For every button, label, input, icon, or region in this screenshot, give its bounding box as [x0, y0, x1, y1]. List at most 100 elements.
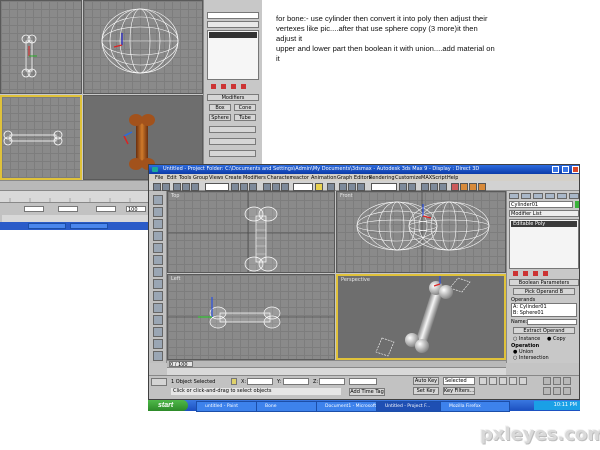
key-mode-dropdown[interactable]: Selected — [443, 377, 475, 385]
previous-frame-icon[interactable] — [489, 377, 497, 385]
back-y-field[interactable] — [58, 206, 78, 212]
align-icon[interactable] — [408, 183, 416, 191]
motion-tab-icon[interactable] — [545, 193, 555, 199]
viewport-top[interactable]: Top — [167, 191, 335, 273]
copy-radio[interactable]: ● Copy — [547, 336, 566, 342]
back-cone-button[interactable]: Cone — [234, 104, 256, 111]
tool-icon-11[interactable] — [153, 315, 163, 325]
play-icon[interactable] — [499, 377, 507, 385]
object-color-swatch[interactable] — [575, 201, 579, 208]
pan-icon[interactable] — [553, 387, 561, 395]
viewport-perspective-label[interactable]: Perspective — [341, 277, 370, 283]
mirror-icon[interactable] — [399, 183, 407, 191]
taskbar-item-bone[interactable]: Bone — [256, 401, 322, 412]
tool-icon-12[interactable] — [153, 327, 163, 337]
back-z-field[interactable] — [96, 206, 116, 212]
taskbar-item-firefox[interactable]: Mozilla Firefox — [440, 401, 510, 412]
pin-stack-icon[interactable] — [211, 84, 216, 89]
next-frame-icon[interactable] — [509, 377, 517, 385]
select-scale-icon[interactable] — [281, 183, 289, 191]
auto-key-button[interactable]: Auto Key — [413, 377, 439, 385]
back-box-button[interactable]: Box — [209, 104, 231, 111]
pin-icon[interactable] — [513, 271, 518, 276]
operands-list[interactable]: A: Cylinder01 B: Sphere01 — [511, 303, 577, 317]
tool-icon-4[interactable] — [153, 231, 163, 241]
manipulate-icon[interactable] — [327, 183, 335, 191]
selection-lock-icon[interactable] — [231, 378, 237, 385]
tool-icon-14[interactable] — [153, 351, 163, 361]
back-sphere-button[interactable]: Sphere — [209, 114, 231, 121]
tool-icon-8[interactable] — [153, 279, 163, 289]
modifier-list-dropdown[interactable]: Modifier List — [509, 210, 579, 217]
schematic-view-icon[interactable] — [439, 183, 447, 191]
back-param-field-3[interactable] — [209, 150, 256, 157]
grid-field[interactable] — [349, 378, 377, 385]
track-bar[interactable] — [167, 367, 506, 381]
show-end-result-icon[interactable] — [221, 84, 226, 89]
render-setup-icon[interactable] — [460, 183, 468, 191]
operand-name-field[interactable] — [527, 319, 577, 325]
viewport-front-label[interactable]: Front — [340, 193, 353, 199]
arc-rotate-icon[interactable] — [563, 387, 571, 395]
object-name-field[interactable]: Cylinder01 — [509, 201, 573, 208]
zoom-all-icon[interactable] — [553, 377, 561, 385]
percent-snap-icon[interactable] — [357, 183, 365, 191]
y-coordinate-field[interactable] — [283, 378, 309, 385]
select-move-icon[interactable] — [263, 183, 271, 191]
back-modifier-list[interactable] — [207, 21, 259, 28]
zoom-extents-icon[interactable] — [563, 377, 571, 385]
tool-icon-7[interactable] — [153, 267, 163, 277]
pivot-center-icon[interactable] — [315, 183, 323, 191]
back-name-field[interactable] — [207, 12, 259, 19]
selection-filter-dropdown[interactable] — [205, 183, 229, 191]
create-tab-icon[interactable] — [509, 193, 519, 199]
back-viewport-left[interactable] — [0, 95, 82, 180]
modify-tab-icon[interactable] — [521, 193, 531, 199]
snaps-toggle-icon[interactable] — [339, 183, 347, 191]
back-param-field-2[interactable] — [209, 138, 256, 145]
unlink-icon[interactable] — [182, 183, 190, 191]
back-task-item-1[interactable] — [28, 223, 66, 229]
reference-coordinate-dropdown[interactable] — [293, 183, 313, 191]
back-task-item-2[interactable] — [70, 223, 108, 229]
extract-operand-button[interactable]: Extract Operand — [513, 327, 575, 334]
bind-space-warp-icon[interactable] — [191, 183, 199, 191]
taskbar-item-3dsmax[interactable]: Untitled - Project F... — [376, 401, 446, 412]
tool-icon-9[interactable] — [153, 291, 163, 301]
add-time-tag-button[interactable]: Add Time Tag — [349, 388, 385, 396]
render-frame-icon[interactable] — [469, 183, 477, 191]
maxscript-listener[interactable] — [151, 378, 167, 386]
back-tube-button[interactable]: Tube — [234, 114, 256, 121]
operand-b-item[interactable]: B: Sphere01 — [512, 310, 576, 316]
layer-manager-icon[interactable] — [421, 183, 429, 191]
tool-icon-6[interactable] — [153, 255, 163, 265]
tool-icon-3[interactable] — [153, 219, 163, 229]
taskbar-item-word[interactable]: Document1 - Microsoft Word — [316, 401, 382, 412]
select-link-icon[interactable] — [173, 183, 181, 191]
pick-operand-b-button[interactable]: Pick Operand B — [513, 288, 575, 295]
zoom-icon[interactable] — [543, 377, 551, 385]
tool-icon-2[interactable] — [153, 207, 163, 217]
back-viewport-front[interactable] — [83, 0, 203, 94]
go-to-start-icon[interactable] — [479, 377, 487, 385]
tool-icon-5[interactable] — [153, 243, 163, 253]
back-modifier-stack[interactable] — [207, 30, 259, 80]
close-button[interactable] — [572, 166, 579, 173]
viewport-top-label[interactable]: Top — [171, 193, 179, 199]
redo-icon[interactable] — [162, 183, 170, 191]
undo-icon[interactable] — [153, 183, 161, 191]
back-grid-field[interactable]: 100 — [126, 206, 146, 212]
material-editor-icon[interactable] — [451, 183, 459, 191]
set-key-button[interactable]: Set Key — [413, 387, 439, 395]
x-coordinate-field[interactable] — [247, 378, 273, 385]
taskbar-item-paint[interactable]: untitled - Paint — [196, 401, 262, 412]
quick-render-icon[interactable] — [478, 183, 486, 191]
back-viewport-top[interactable] — [0, 0, 82, 94]
region-select-icon[interactable] — [249, 183, 257, 191]
back-rollout-title[interactable]: Modifiers — [207, 94, 259, 101]
angle-snap-icon[interactable] — [348, 183, 356, 191]
named-selection-dropdown[interactable] — [371, 183, 397, 191]
z-coordinate-field[interactable] — [319, 378, 345, 385]
field-of-view-icon[interactable] — [543, 387, 551, 395]
back-stack-selected[interactable] — [209, 32, 257, 38]
